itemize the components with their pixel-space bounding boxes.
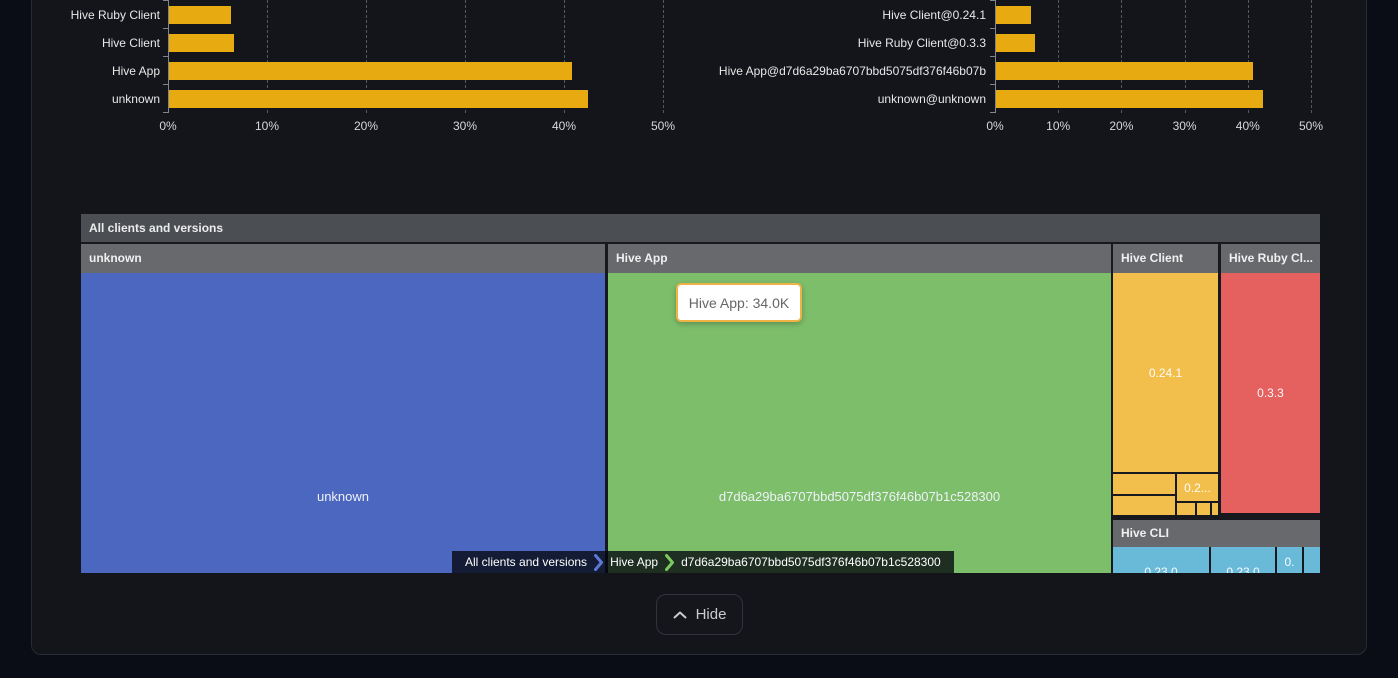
axis-tick-label: 0% <box>138 119 198 133</box>
category-label: unknown <box>0 90 160 108</box>
bar[interactable] <box>996 34 1035 52</box>
bar[interactable] <box>996 62 1253 80</box>
treemap-tile-hive-cli-0230[interactable]: 0.23.0 <box>1113 547 1209 573</box>
axis-tick <box>990 56 995 57</box>
tile-label: d7d6a29ba6707bbd5075df376f46b07b1c528300 <box>608 489 1111 504</box>
treemap-header-hive-ruby-client[interactable]: Hive Ruby Cl... <box>1221 244 1320 273</box>
bar[interactable] <box>996 90 1263 108</box>
bar[interactable] <box>169 6 231 24</box>
hide-button-label: Hide <box>696 606 727 623</box>
category-label: Hive Ruby Client <box>0 6 160 24</box>
bar[interactable] <box>169 90 588 108</box>
axis-tick <box>163 56 168 57</box>
axis-tick <box>990 0 995 1</box>
axis-tick <box>163 112 168 113</box>
axis-tick-label: 10% <box>1028 119 1088 133</box>
breadcrumb-item-version-hash[interactable]: d7d6a29ba6707bbd5075df376f46b07b1c528300 <box>677 555 945 569</box>
category-label: Hive App <box>0 62 160 80</box>
bar[interactable] <box>169 62 572 80</box>
treemap-tile-hive-client-0241[interactable]: 0.24.1 <box>1113 273 1218 472</box>
axis-tick <box>163 0 168 1</box>
treemap-tile-hive-cli-0[interactable]: 0. <box>1277 547 1302 573</box>
axis-tick-label: 0% <box>965 119 1025 133</box>
client-versions-share-bar-chart: 0%10%20% 30%40%50% Hive Client@0.24.1 Hive … <box>700 0 1398 140</box>
chevron-right-icon <box>665 554 674 571</box>
treemap-tile-hive-client-minor[interactable] <box>1177 503 1195 515</box>
axis-tick-label: 40% <box>1218 119 1278 133</box>
treemap-tile-unknown[interactable]: unknown <box>81 273 605 573</box>
axis-tick <box>990 112 995 113</box>
hide-button[interactable]: Hide <box>656 594 743 635</box>
tile-label: unknown <box>81 489 605 504</box>
breadcrumb-item-root[interactable]: All clients and versions <box>461 555 591 569</box>
chevron-up-icon <box>673 611 687 619</box>
axis-tick-label: 50% <box>633 119 693 133</box>
axis-tick <box>163 84 168 85</box>
treemap-tile-hive-cli-0230b[interactable]: 0.23.0 <box>1211 547 1275 573</box>
axis-tick <box>163 28 168 29</box>
treemap-tile-hive-ruby-033[interactable]: 0.3.3 <box>1221 273 1320 513</box>
treemap-header-hive-app[interactable]: Hive App <box>608 244 1111 273</box>
treemap-root-header[interactable]: All clients and versions <box>81 214 1320 242</box>
treemap-tile-hive-cli-minor[interactable] <box>1304 547 1320 573</box>
breadcrumb-item-hive-app[interactable]: Hive App <box>606 555 662 569</box>
treemap-tooltip: Hive App: 34.0K <box>676 283 802 322</box>
category-label: Hive Ruby Client@0.3.3 <box>700 34 986 52</box>
treemap-tile-hive-client-minor[interactable] <box>1113 496 1175 515</box>
treemap-tile-hive-client-minor[interactable] <box>1197 503 1210 515</box>
axis-tick-label: 30% <box>1155 119 1215 133</box>
treemap-header-hive-client[interactable]: Hive Client <box>1113 244 1218 273</box>
bar[interactable] <box>169 34 234 52</box>
bar[interactable] <box>996 6 1031 24</box>
dashboard-page: 0%10%20%30%40%50%Hive Ruby ClientHive Cl… <box>0 0 1398 678</box>
category-label: Hive Client@0.24.1 <box>700 6 986 24</box>
treemap-breadcrumb: All clients and versions Hive App d7d6a2… <box>452 551 954 573</box>
axis-tick <box>990 84 995 85</box>
treemap-tile-hive-client-minor[interactable] <box>1113 474 1175 494</box>
axis-tick <box>990 28 995 29</box>
gridline <box>663 0 664 113</box>
treemap-header-unknown[interactable]: unknown <box>81 244 605 273</box>
chevron-right-icon <box>594 554 603 571</box>
axis-tick-label: 50% <box>1281 119 1341 133</box>
axis-tick-label: 20% <box>336 119 396 133</box>
axis-tick-label: 30% <box>435 119 495 133</box>
axis-tick-label: 20% <box>1091 119 1151 133</box>
clients-treemap: All clients and versions unknown unknown… <box>81 214 1320 573</box>
treemap-tile-hive-client-02[interactable]: 0.2... <box>1177 474 1218 501</box>
gridline <box>1311 0 1312 113</box>
treemap-header-hive-cli[interactable]: Hive CLI <box>1113 520 1320 547</box>
axis-tick-label: 40% <box>534 119 594 133</box>
clients-share-bar-chart: 0% 10% 20% 30% 40% 50% Hive Ruby Client Hive Cl… <box>0 0 700 140</box>
category-label: Hive Client <box>0 34 160 52</box>
axis-tick-label: 10% <box>237 119 297 133</box>
category-label: Hive App@d7d6a29ba6707bbd5075df376f46b07… <box>700 62 986 80</box>
category-label: unknown@unknown <box>700 90 986 108</box>
treemap-tile-hive-client-minor[interactable] <box>1212 503 1218 515</box>
